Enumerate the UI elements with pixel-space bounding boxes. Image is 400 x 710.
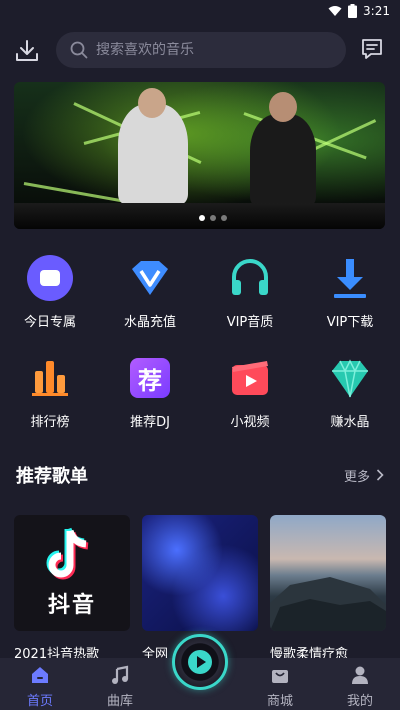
nav-home[interactable]: 首页 (0, 658, 80, 710)
playlist-cover: 抖音 (14, 515, 130, 631)
menu-vip-quality[interactable]: VIP音质 (200, 254, 300, 354)
ranking-bars-icon (26, 354, 74, 402)
menu-label: 小视频 (230, 415, 270, 430)
nav-player-center (160, 634, 240, 710)
more-label: 更多 (343, 469, 370, 485)
battery-icon (348, 4, 358, 18)
menu-ranking[interactable]: 排行榜 (0, 354, 100, 454)
menu-short-video[interactable]: 小视频 (200, 354, 300, 454)
nav-label: 首页 (26, 694, 53, 709)
banner-dot (221, 215, 227, 221)
search-bar[interactable] (56, 32, 346, 68)
banner-dj-right (250, 114, 316, 206)
player-play-button[interactable] (172, 634, 228, 690)
recommended-playlists-header: 推荐歌单 更多 (16, 460, 384, 490)
nav-library[interactable]: 曲库 (80, 658, 160, 710)
menu-label: 推荐DJ (130, 415, 170, 430)
nav-label: 我的 (346, 694, 373, 709)
download-icon (16, 40, 38, 61)
quick-menu-grid: 今日专属 水晶充值 VIP音质 VIP下载 排行榜 荐 推荐DJ 小视频 赚水晶 (0, 254, 400, 454)
section-title: 推荐歌单 (16, 466, 88, 487)
playlist-cover (142, 515, 258, 631)
status-time: 3:21 (363, 4, 390, 18)
menu-daily-recommend[interactable]: 今日专属 (0, 254, 100, 354)
top-bar (0, 30, 400, 70)
headphones-icon (226, 254, 274, 302)
download-button[interactable] (14, 38, 40, 64)
banner-carousel[interactable] (14, 82, 385, 229)
tiktok-logo-icon (46, 527, 89, 580)
profile-icon (349, 664, 371, 686)
banner-indicator (199, 215, 227, 221)
download-arrow-icon (326, 254, 374, 302)
nav-label: 商城 (266, 694, 293, 709)
menu-label: VIP音质 (226, 315, 274, 330)
banner-dj-right-head (269, 92, 297, 122)
banner-dj-left-head (138, 88, 166, 118)
playlist-cover-text: 抖音 (47, 593, 96, 618)
bottom-navigation: 首页 曲库 商城 我的 (0, 634, 400, 710)
banner-dot (199, 215, 205, 221)
menu-label: 赚水晶 (330, 415, 370, 430)
playlist-card[interactable]: 抖音 2021抖音热歌 (14, 515, 130, 662)
search-input[interactable] (96, 42, 316, 58)
recommend-dj-icon-text: 荐 (138, 366, 162, 395)
shop-icon (269, 664, 291, 686)
music-note-icon (109, 664, 131, 686)
menu-label: 排行榜 (30, 415, 70, 430)
play-icon (188, 650, 212, 674)
nav-label: 曲库 (106, 694, 133, 709)
daily-recommend-icon (26, 254, 74, 302)
nav-profile[interactable]: 我的 (320, 658, 400, 710)
recommend-dj-icon: 荐 (126, 354, 174, 402)
video-clapper-icon (226, 354, 274, 402)
banner-dj-left (118, 104, 188, 204)
more-link[interactable]: 更多 (344, 466, 384, 485)
crystal-recharge-icon (126, 254, 174, 302)
playlist-cover (270, 515, 386, 631)
diamond-icon (326, 354, 374, 402)
nav-shop[interactable]: 商城 (240, 658, 320, 710)
menu-label: 水晶充值 (123, 315, 176, 330)
wifi-icon (328, 6, 342, 16)
playlist-card[interactable]: 慢歌柔情疗愈 (270, 515, 386, 662)
menu-label: 今日专属 (23, 315, 76, 330)
status-bar: 3:21 (0, 0, 400, 22)
message-icon (362, 39, 382, 59)
menu-recommend-dj[interactable]: 荐 推荐DJ (100, 354, 200, 454)
menu-crystal-recharge[interactable]: 水晶充值 (100, 254, 200, 354)
banner-dot (210, 215, 216, 221)
menu-vip-download[interactable]: VIP下载 (300, 254, 400, 354)
menu-earn-crystal[interactable]: 赚水晶 (300, 354, 400, 454)
cover-rocks-image (270, 577, 386, 631)
message-button[interactable] (359, 36, 385, 62)
chevron-right-icon (376, 469, 384, 481)
search-icon (70, 41, 88, 59)
banner-light-beam (23, 182, 123, 203)
menu-label: VIP下载 (326, 315, 374, 330)
home-icon (29, 664, 51, 686)
